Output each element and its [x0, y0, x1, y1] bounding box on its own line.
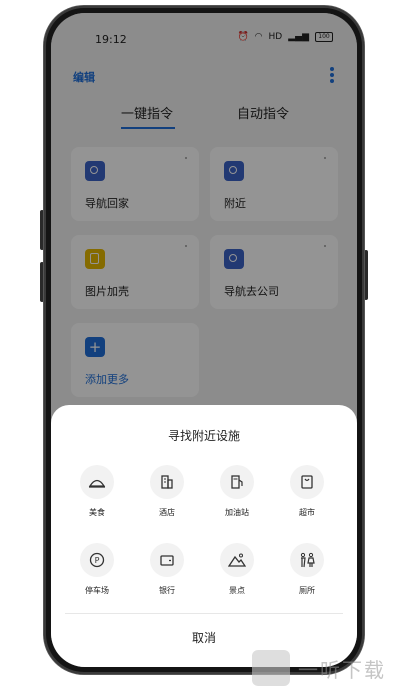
supermarket-icon	[290, 465, 324, 499]
option-parking[interactable]: P 停车场	[67, 543, 127, 603]
option-label: 酒店	[159, 508, 175, 517]
option-label: 停车场	[85, 586, 109, 595]
option-label: 景点	[229, 586, 245, 595]
sheet-title: 寻找附近设施	[167, 429, 240, 443]
option-label: 美食	[89, 508, 105, 517]
option-gas-station[interactable]: 加油站	[207, 465, 267, 525]
option-label: 银行	[159, 586, 175, 595]
svg-text:P: P	[95, 556, 100, 565]
phone-frame: 19:12 ⏰ ◠ HD ▂▄▆ 100 编辑 一键指令 自动指令 导航回家 附…	[44, 6, 364, 674]
option-bank[interactable]: 银行	[137, 543, 197, 603]
phone-screen: 19:12 ⏰ ◠ HD ▂▄▆ 100 编辑 一键指令 自动指令 导航回家 附…	[51, 13, 357, 667]
scenic-mountain-icon	[220, 543, 254, 577]
option-supermarket[interactable]: 超市	[277, 465, 337, 525]
watermark-logo-icon	[252, 650, 290, 686]
hotel-building-icon	[150, 465, 184, 499]
restroom-icon	[290, 543, 324, 577]
power-button	[364, 250, 368, 300]
option-label: 厕所	[299, 586, 315, 595]
option-hotel[interactable]: 酒店	[137, 465, 197, 525]
option-food[interactable]: 美食	[67, 465, 127, 525]
cancel-button[interactable]: 取消	[51, 629, 357, 646]
option-scenic-spot[interactable]: 景点	[207, 543, 267, 603]
option-restroom[interactable]: 厕所	[277, 543, 337, 603]
parking-icon: P	[80, 543, 114, 577]
option-label: 加油站	[225, 508, 249, 517]
watermark: 一听下载	[250, 648, 410, 688]
watermark-text: 一听下载	[298, 658, 386, 682]
bank-wallet-icon	[150, 543, 184, 577]
nearby-facilities-sheet: 寻找附近设施 美食 酒店 加油站 超市 P 停车场 银行 景点 厕所 取消	[51, 405, 357, 667]
food-cloche-icon	[80, 465, 114, 499]
divider	[65, 613, 343, 614]
option-label: 超市	[299, 508, 315, 517]
gas-station-icon	[220, 465, 254, 499]
